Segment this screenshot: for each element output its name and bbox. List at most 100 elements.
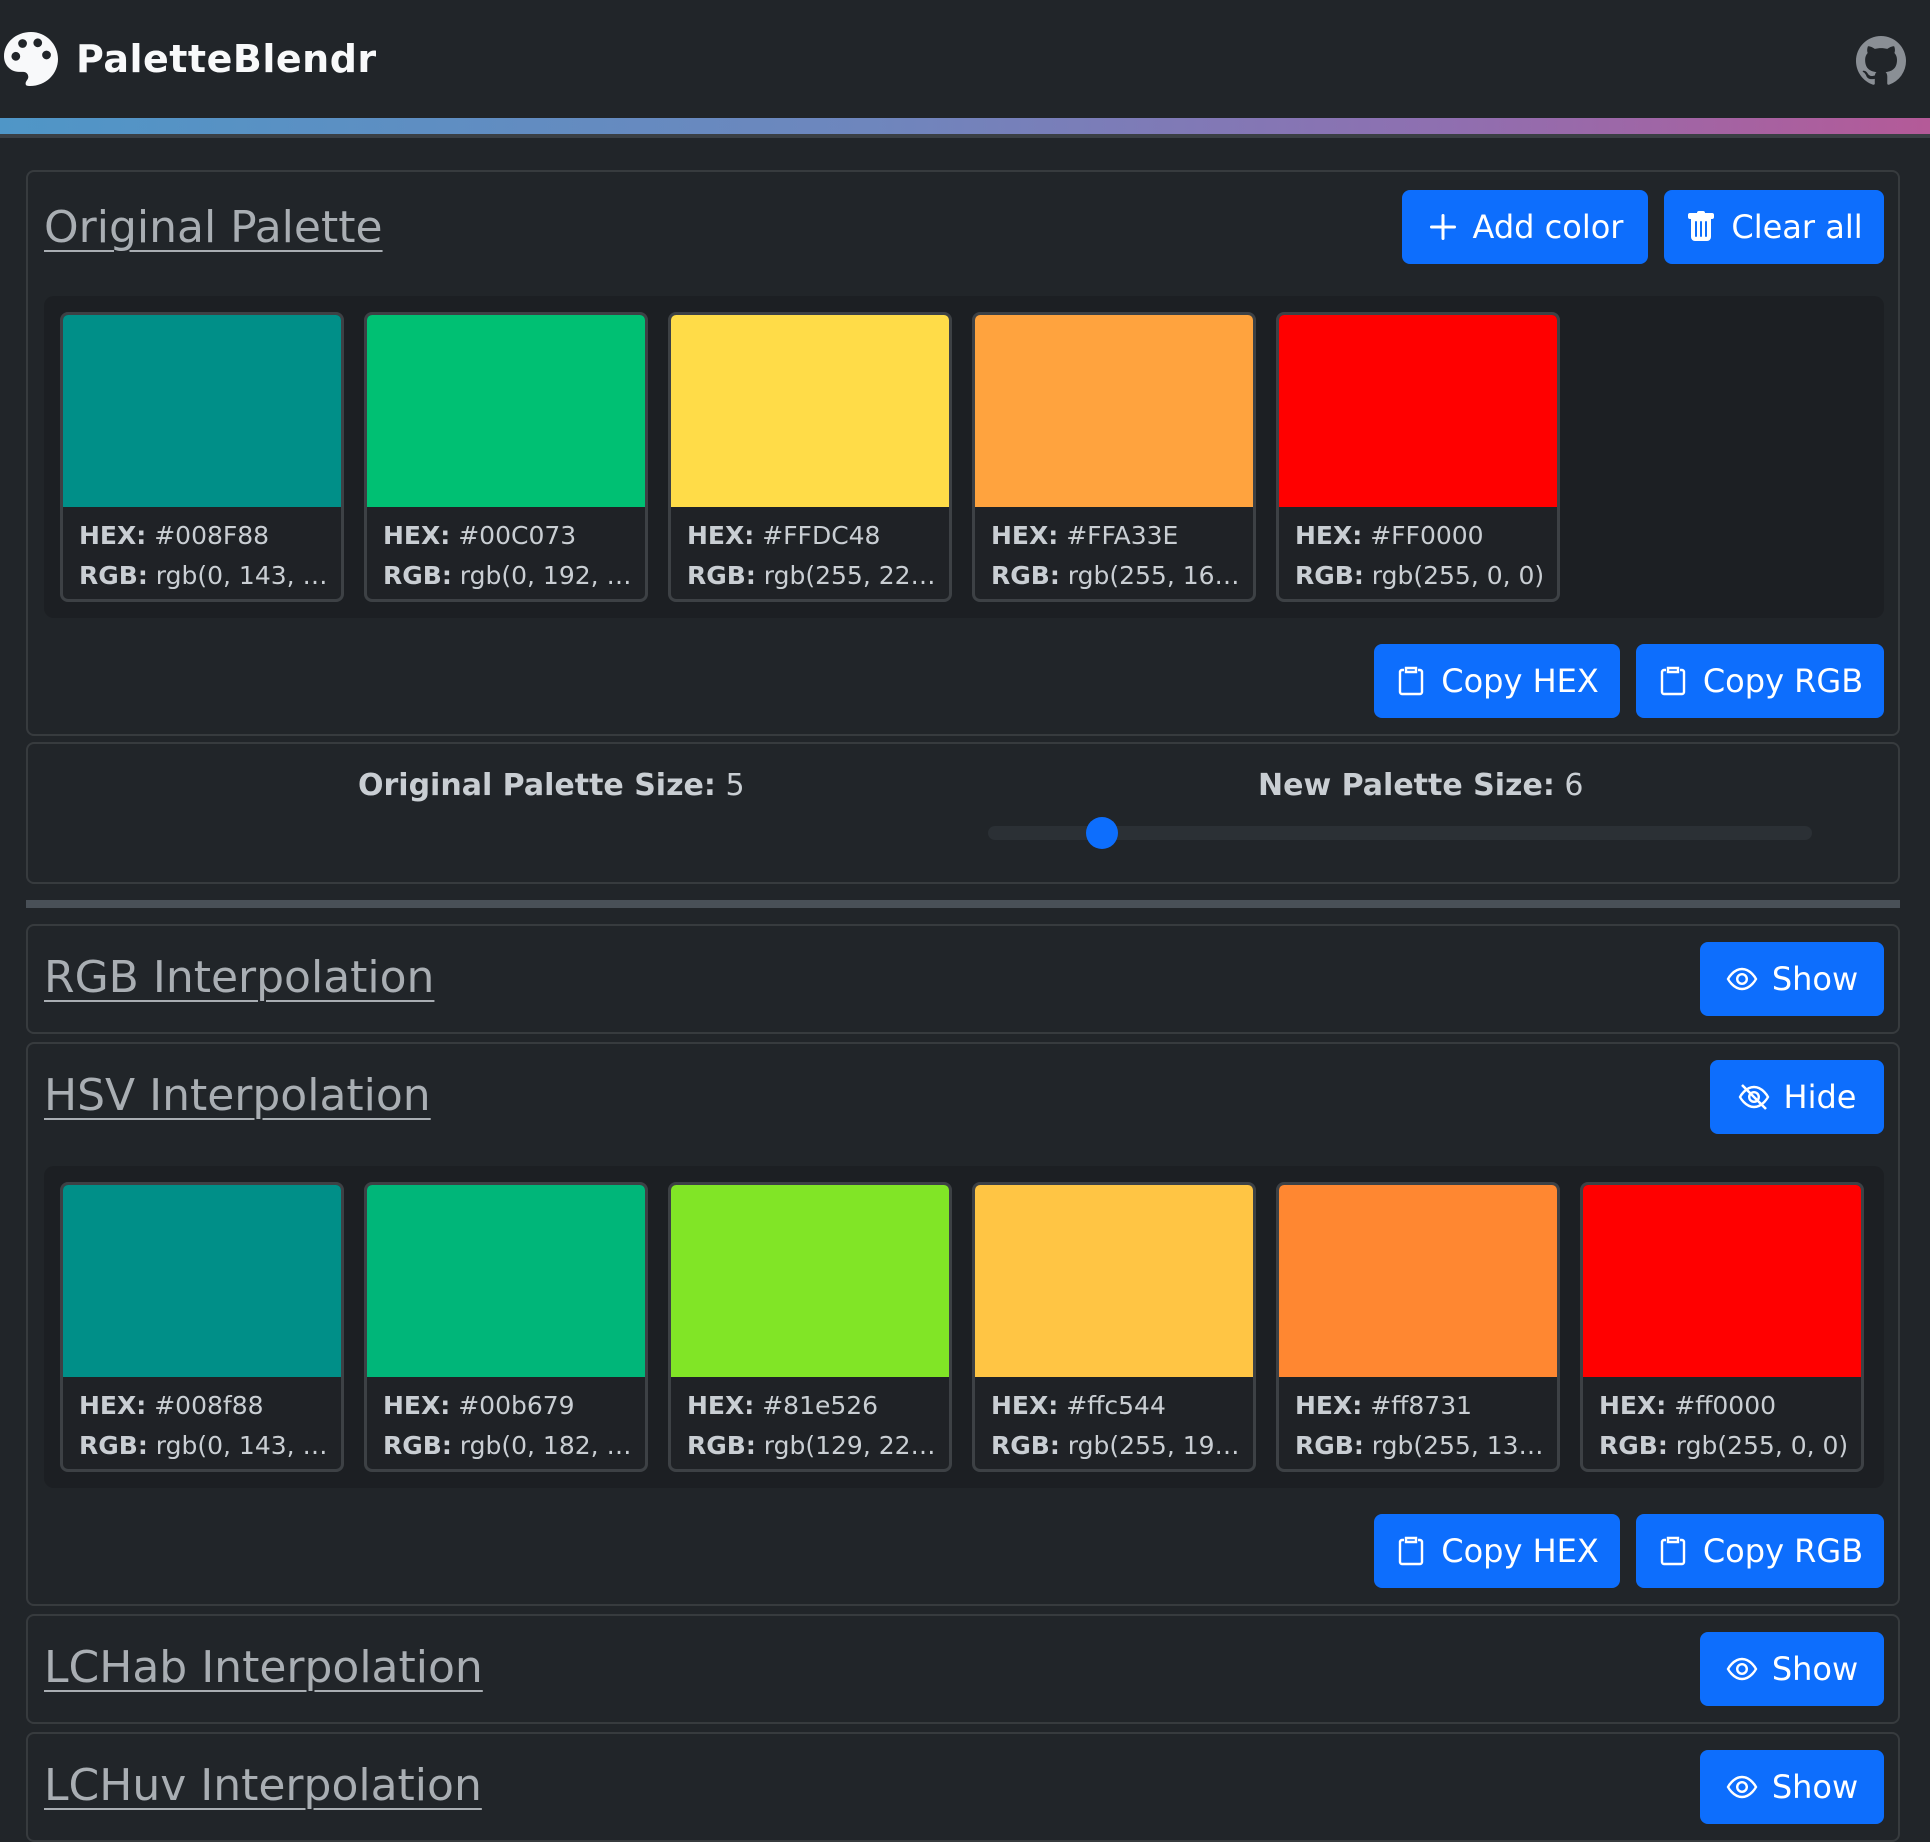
rgb-toggle-label: Show <box>1771 960 1859 998</box>
swatch-color <box>671 1185 949 1377</box>
color-swatch[interactable]: HEX: #ff0000 RGB: rgb(255, 0, 0) <box>1580 1182 1864 1472</box>
github-icon[interactable] <box>1856 36 1906 86</box>
copy-rgb-button[interactable]: Copy RGB <box>1636 644 1884 718</box>
swatch-color <box>671 315 949 507</box>
lchab-show-button[interactable]: Show <box>1700 1632 1884 1706</box>
swatch-color <box>1583 1185 1861 1377</box>
new-size-value: 6 <box>1564 768 1584 803</box>
swatch-hex: HEX: #008f88 <box>79 1391 264 1420</box>
navbar: PaletteBlendr <box>0 0 1930 118</box>
original-swatch-list: HEX: #008F88 RGB: rgb(0, 143, 136) HEX: … <box>44 296 1884 618</box>
color-swatch[interactable]: HEX: #FF0000 RGB: rgb(255, 0, 0) <box>1276 312 1560 602</box>
swatch-hex: HEX: #00C073 <box>383 521 577 550</box>
hsv-hide-button[interactable]: Hide <box>1710 1060 1884 1134</box>
header-gradient-bar <box>0 118 1930 134</box>
color-swatch[interactable]: HEX: #ffc544 RGB: rgb(255, 197, ... <box>972 1182 1256 1472</box>
rgb-show-button[interactable]: Show <box>1700 942 1884 1016</box>
copy-rgb-label: Copy RGB <box>1702 662 1864 700</box>
swatch-color <box>1279 1185 1557 1377</box>
palette-size-card: Original Palette Size: 5 New Palette Siz… <box>26 742 1900 884</box>
swatch-rgb: RGB: rgb(255, 0, 0) <box>1295 561 1545 590</box>
hsv-interpolation-title[interactable]: HSV Interpolation <box>44 1070 431 1121</box>
section-divider <box>26 900 1900 908</box>
eye-slash-icon <box>1738 1084 1769 1110</box>
swatch-color <box>367 1185 645 1377</box>
copy-hex-button[interactable]: Copy HEX <box>1374 1514 1620 1588</box>
swatch-hex: HEX: #ff0000 <box>1599 1391 1777 1420</box>
swatch-rgb: RGB: rgb(255, 163, ... <box>991 561 1247 590</box>
copy-rgb-button[interactable]: Copy RGB <box>1636 1514 1884 1588</box>
color-swatch[interactable]: HEX: #ff8731 RGB: rgb(255, 135, ... <box>1276 1182 1560 1472</box>
trash-icon <box>1688 211 1715 241</box>
eye-icon <box>1726 1775 1758 1799</box>
add-color-label: Add color <box>1472 208 1624 246</box>
brand[interactable]: PaletteBlendr <box>4 32 377 86</box>
swatch-rgb: RGB: rgb(129, 229, ... <box>687 1431 943 1460</box>
app-title: PaletteBlendr <box>76 37 377 81</box>
lchuv-interpolation-title[interactable]: LCHuv Interpolation <box>44 1760 482 1811</box>
hsv-interpolation-card: HSV Interpolation Hide HEX: #008f88 RGB:… <box>26 1042 1900 1606</box>
swatch-rgb: RGB: rgb(0, 182, 121) <box>383 1431 639 1460</box>
swatch-rgb: RGB: rgb(255, 0, 0) <box>1599 1431 1849 1460</box>
swatch-hex: HEX: #FFDC48 <box>687 521 881 550</box>
header-divider <box>0 134 1930 138</box>
original-size-value: 5 <box>725 768 745 803</box>
clipboard-icon <box>1660 1536 1686 1566</box>
swatch-rgb: RGB: rgb(255, 135, ... <box>1295 1431 1551 1460</box>
color-swatch[interactable]: HEX: #008f88 RGB: rgb(0, 143, 136) <box>60 1182 344 1472</box>
swatch-color <box>975 1185 1253 1377</box>
color-swatch[interactable]: HEX: #FFDC48 RGB: rgb(255, 220, ... <box>668 312 952 602</box>
new-size-label: New Palette Size: <box>1258 768 1555 803</box>
lchuv-show-button[interactable]: Show <box>1700 1750 1884 1824</box>
eye-icon <box>1726 967 1758 991</box>
swatch-color <box>63 315 341 507</box>
swatch-rgb: RGB: rgb(0, 143, 136) <box>79 561 335 590</box>
color-swatch[interactable]: HEX: #00b679 RGB: rgb(0, 182, 121) <box>364 1182 648 1472</box>
plus-icon <box>1429 214 1456 240</box>
rgb-interpolation-card: RGB Interpolation Show <box>26 924 1900 1034</box>
palette-icon <box>4 32 58 86</box>
clear-all-button[interactable]: Clear all <box>1664 190 1884 264</box>
color-swatch[interactable]: HEX: #FFA33E RGB: rgb(255, 163, ... <box>972 312 1256 602</box>
lchab-interpolation-card: LCHab Interpolation Show <box>26 1614 1900 1724</box>
original-palette-title[interactable]: Original Palette <box>44 202 383 253</box>
copy-hex-button[interactable]: Copy HEX <box>1374 644 1620 718</box>
swatch-rgb: RGB: rgb(255, 197, ... <box>991 1431 1247 1460</box>
lchuv-interpolation-card: LCHuv Interpolation Show <box>26 1732 1900 1842</box>
lchab-toggle-label: Show <box>1771 1650 1859 1688</box>
swatch-hex: HEX: #FF0000 <box>1295 521 1484 550</box>
swatch-color <box>975 315 1253 507</box>
new-size-text: New Palette Size: 6 <box>1258 768 1583 803</box>
original-size-text: Original Palette Size: 5 <box>358 768 745 803</box>
clipboard-icon <box>1660 666 1686 696</box>
copy-hex-label: Copy HEX <box>1441 1532 1599 1570</box>
swatch-rgb: RGB: rgb(0, 192, 115) <box>383 561 639 590</box>
swatch-color <box>367 315 645 507</box>
lchuv-toggle-label: Show <box>1771 1768 1859 1806</box>
copy-hex-label: Copy HEX <box>1441 662 1599 700</box>
swatch-hex: HEX: #00b679 <box>383 1391 575 1420</box>
swatch-rgb: RGB: rgb(255, 220, ... <box>687 561 943 590</box>
swatch-hex: HEX: #81e526 <box>687 1391 879 1420</box>
color-swatch[interactable]: HEX: #008F88 RGB: rgb(0, 143, 136) <box>60 312 344 602</box>
swatch-hex: HEX: #008F88 <box>79 521 270 550</box>
eye-icon <box>1726 1657 1758 1681</box>
clipboard-icon <box>1399 1536 1424 1566</box>
clipboard-icon <box>1399 666 1424 696</box>
swatch-hex: HEX: #FFA33E <box>991 521 1179 550</box>
clear-all-label: Clear all <box>1731 208 1863 246</box>
original-size-label: Original Palette Size: <box>358 768 716 803</box>
add-color-button[interactable]: Add color <box>1402 190 1648 264</box>
color-swatch[interactable]: HEX: #81e526 RGB: rgb(129, 229, ... <box>668 1182 952 1472</box>
swatch-rgb: RGB: rgb(0, 143, 136) <box>79 1431 335 1460</box>
hsv-swatch-list: HEX: #008f88 RGB: rgb(0, 143, 136) HEX: … <box>44 1166 1884 1488</box>
color-swatch[interactable]: HEX: #00C073 RGB: rgb(0, 192, 115) <box>364 312 648 602</box>
lchab-interpolation-title[interactable]: LCHab Interpolation <box>44 1642 483 1693</box>
copy-rgb-label: Copy RGB <box>1702 1532 1864 1570</box>
original-palette-card: Original Palette Add color Clear all HEX… <box>26 170 1900 736</box>
slider-thumb[interactable] <box>1086 817 1118 849</box>
hsv-toggle-label: Hide <box>1783 1078 1857 1116</box>
rgb-interpolation-title[interactable]: RGB Interpolation <box>44 952 434 1003</box>
swatch-hex: HEX: #ffc544 <box>991 1391 1166 1420</box>
swatch-color <box>1279 315 1557 507</box>
